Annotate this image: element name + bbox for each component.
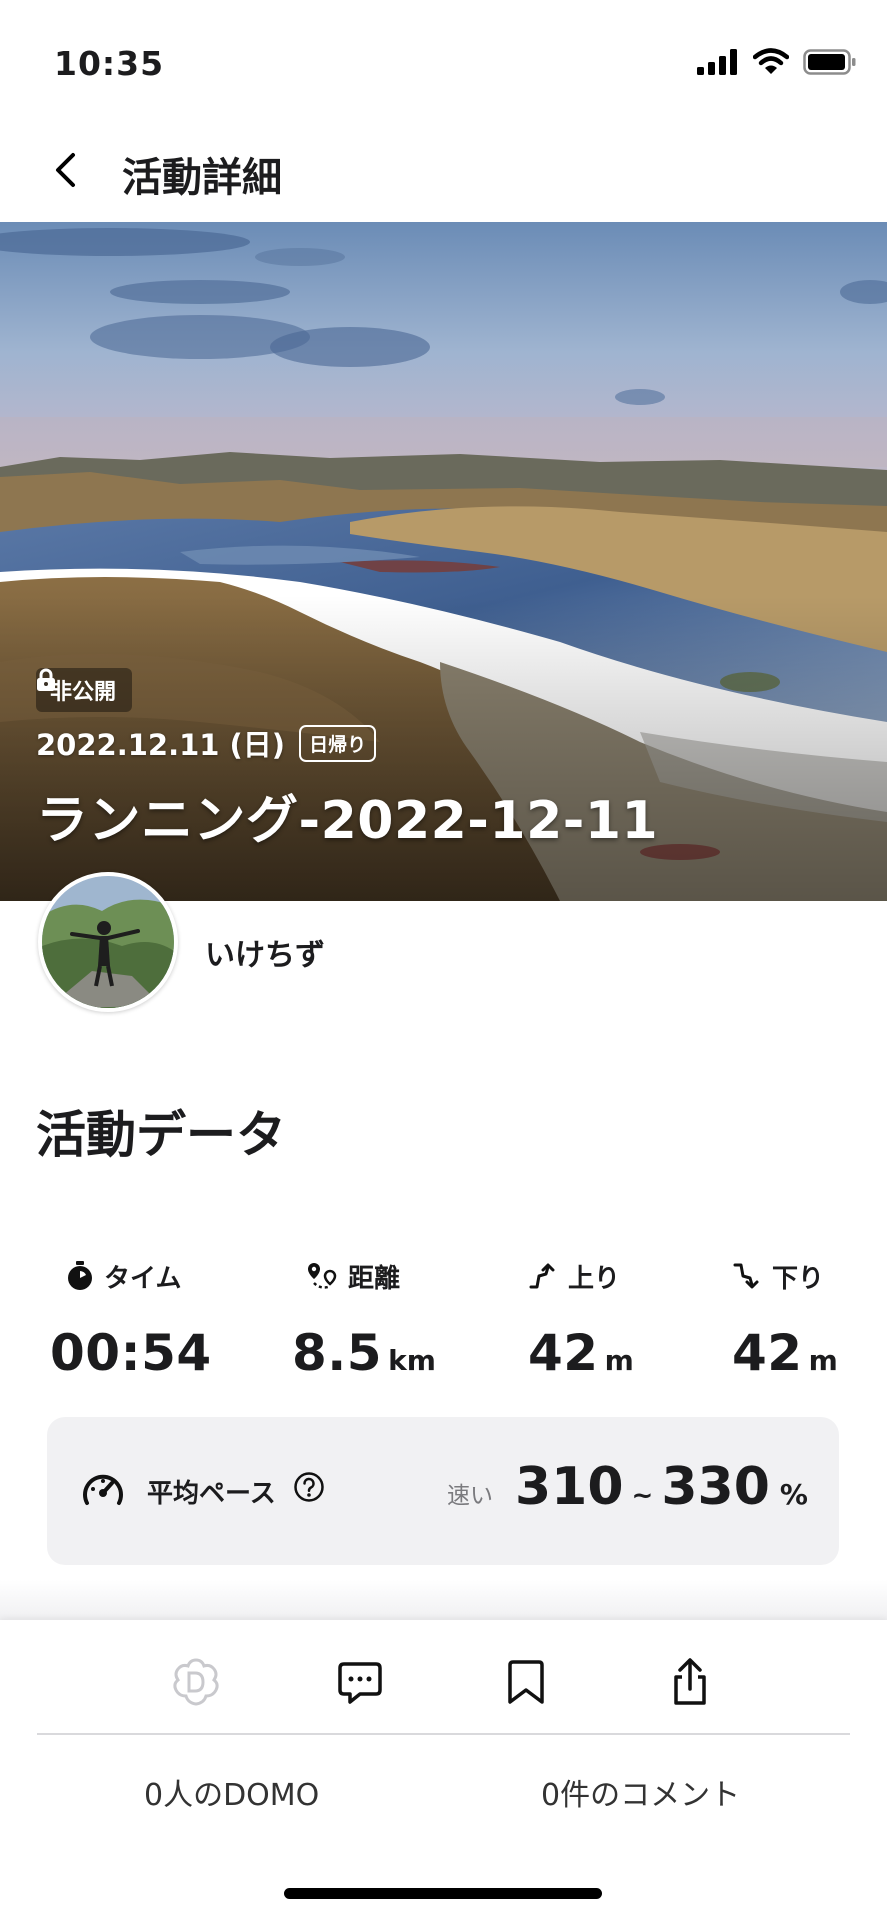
stat-distance: 距離 8.5 km <box>292 1258 436 1382</box>
descent-icon <box>733 1263 759 1289</box>
hero-date-row: 2022.12.11 (日) 日帰り <box>36 722 377 764</box>
status-bar: 10:35 <box>0 0 887 120</box>
page-title: 活動詳細 <box>122 155 282 201</box>
stat-number: 00:54 <box>50 1324 212 1382</box>
activity-title: ランニング-2022-12-11 <box>36 791 659 851</box>
pace-card: 平均ペース 速い 310 ~330% <box>47 1417 839 1565</box>
domo-count[interactable]: 0人のDOMO <box>144 1770 319 1814</box>
stat-descent-value: 42 m <box>732 1324 838 1382</box>
trip-type-tag: 日帰り <box>299 724 377 762</box>
stat-descent: 下り 42 m <box>732 1258 838 1382</box>
stat-distance-label: 距離 <box>306 1258 436 1294</box>
comment-icon <box>338 1662 382 1704</box>
activity-date: 2022.12.11 (日) <box>36 728 286 762</box>
content-fade <box>0 1580 887 1620</box>
domo-icon <box>173 1658 219 1706</box>
stat-number: 42 <box>528 1324 599 1382</box>
stat-time-value: 00:54 <box>50 1324 212 1382</box>
cellular-signal-icon <box>697 49 737 75</box>
stat-distance-value: 8.5 km <box>292 1324 436 1382</box>
wifi-icon <box>753 48 789 74</box>
stat-label-text: 距離 <box>348 1263 401 1294</box>
pace-unit: % <box>779 1478 808 1511</box>
privacy-badge: 非公開 <box>36 668 133 712</box>
stat-time-label: タイム <box>66 1258 212 1294</box>
bookmark-icon <box>508 1660 544 1704</box>
hero-image[interactable]: 非公開 2022.12.11 (日) 日帰り ランニング-2022-12-11 <box>0 222 887 901</box>
stat-ascent: 上り 42 m <box>528 1258 634 1382</box>
share-button[interactable] <box>660 1652 720 1712</box>
pace-separator: ~ <box>631 1481 654 1511</box>
username[interactable]: いけちず <box>205 930 325 974</box>
bookmark-button[interactable] <box>496 1652 556 1712</box>
lock-icon <box>37 668 55 691</box>
stat-number: 8.5 <box>292 1324 383 1382</box>
chevron-left-icon <box>56 153 75 187</box>
home-indicator <box>284 1888 602 1899</box>
back-button[interactable] <box>40 142 90 198</box>
stats-row: タイム 00:54 距離 8.5 km 上り 42 m 下り 42 m <box>0 1258 887 1388</box>
stat-number: 42 <box>732 1324 803 1382</box>
stat-ascent-value: 42 m <box>528 1324 634 1382</box>
stat-label-text: 上り <box>568 1263 621 1294</box>
status-time: 10:35 <box>54 44 165 83</box>
route-pin-icon <box>308 1263 337 1289</box>
ascent-icon <box>529 1263 555 1289</box>
stat-label-text: 下り <box>772 1263 825 1294</box>
stat-unit: m <box>808 1344 838 1377</box>
stat-descent-label: 下り <box>732 1258 838 1294</box>
help-icon[interactable] <box>293 1471 325 1503</box>
stat-unit: km <box>388 1344 436 1377</box>
avatar-photo <box>42 876 174 1008</box>
pace-max: 330 <box>661 1457 770 1517</box>
share-icon <box>674 1658 706 1705</box>
section-title: 活動データ <box>36 1106 286 1164</box>
pace-label: 平均ペース <box>147 1479 276 1509</box>
speedometer-icon <box>83 1474 123 1505</box>
status-icons <box>697 48 857 76</box>
nav-bar: 活動詳細 <box>0 120 887 220</box>
pace-min: 310 <box>515 1457 624 1517</box>
avatar[interactable] <box>38 872 178 1012</box>
domo-button[interactable] <box>166 1652 226 1712</box>
pace-speed-label: 速い <box>447 1483 493 1509</box>
battery-icon <box>803 49 856 75</box>
action-divider <box>37 1733 850 1735</box>
privacy-label: 非公開 <box>50 680 117 705</box>
comment-count[interactable]: 0件のコメント <box>541 1770 740 1814</box>
comment-button[interactable] <box>330 1652 390 1712</box>
stat-time: タイム 00:54 <box>50 1258 212 1382</box>
pace-range: 310 ~330% <box>515 1457 808 1517</box>
stat-ascent-label: 上り <box>528 1258 634 1294</box>
stat-label-text: タイム <box>104 1263 182 1294</box>
stat-unit: m <box>604 1344 634 1377</box>
stopwatch-icon <box>68 1261 92 1290</box>
action-bar: 0人のDOMO 0件のコメント <box>0 1620 887 1920</box>
